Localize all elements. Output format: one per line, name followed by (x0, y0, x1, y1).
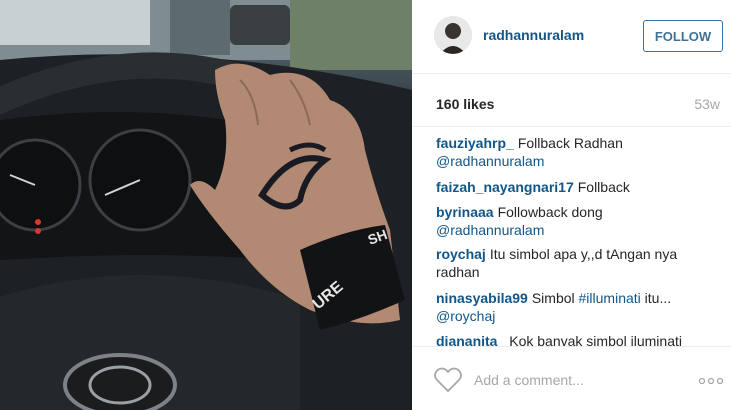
comment-username[interactable]: diananita_ (436, 333, 505, 346)
mention-link[interactable]: @radhannuralam (436, 153, 544, 169)
mention-link[interactable]: @roychaj (436, 308, 495, 324)
post-details-panel: radhannuralam FOLLOW 160 likes 53w fauzi… (412, 0, 731, 410)
comment-username[interactable]: byrinaaa (436, 204, 494, 220)
post-photo: SH URE (0, 0, 412, 410)
hashtag-link[interactable]: #illuminati (579, 290, 641, 306)
comment-item: diananita_ Kok banyak simbol iluminati (436, 332, 716, 346)
avatar-image (434, 16, 472, 54)
heart-icon[interactable] (434, 367, 462, 393)
comment-text: Follback Radhan (517, 135, 623, 151)
comment-item: ninasyabila99 Simbol #illuminati itu... @… (436, 289, 716, 325)
comments-list: fauziyahrp_ Follback Radhan @radhannurala… (412, 126, 731, 346)
username-link[interactable]: radhannuralam (483, 27, 584, 43)
comment-text: Followback dong (497, 204, 603, 220)
add-comment-input[interactable] (474, 369, 684, 391)
comment-text-tail: itu... (644, 290, 672, 306)
comment-text: Kok banyak simbol iluminati (509, 333, 682, 346)
comment-item: roychaj Itu simbol apa y,,d tAngan nya ra… (436, 245, 716, 281)
post-age[interactable]: 53w (694, 96, 720, 112)
post-header: radhannuralam FOLLOW (412, 0, 731, 74)
comment-username[interactable]: roychaj (436, 246, 486, 262)
comment-item: byrinaaa Followback dong @radhannuralam (436, 203, 716, 239)
likes-count[interactable]: 160 likes (436, 96, 494, 112)
photo-illustration: SH URE (0, 0, 412, 410)
comment-text: Simbol (531, 290, 575, 306)
mention-link[interactable]: @radhannuralam (436, 222, 544, 238)
more-options-icon[interactable] (698, 373, 724, 385)
comment-username[interactable]: faizah_nayangnari17 (436, 179, 574, 195)
follow-button[interactable]: FOLLOW (643, 20, 723, 52)
comment-item: fauziyahrp_ Follback Radhan @radhannurala… (436, 134, 716, 170)
comment-username[interactable]: ninasyabila99 (436, 290, 528, 306)
avatar[interactable] (434, 16, 472, 54)
comment-item: faizah_nayangnari17 Follback (436, 178, 716, 196)
comment-footer (412, 346, 731, 410)
comment-text: Follback (577, 179, 630, 195)
post-stats: 160 likes 53w (412, 74, 731, 126)
comment-username[interactable]: fauziyahrp_ (436, 135, 514, 151)
